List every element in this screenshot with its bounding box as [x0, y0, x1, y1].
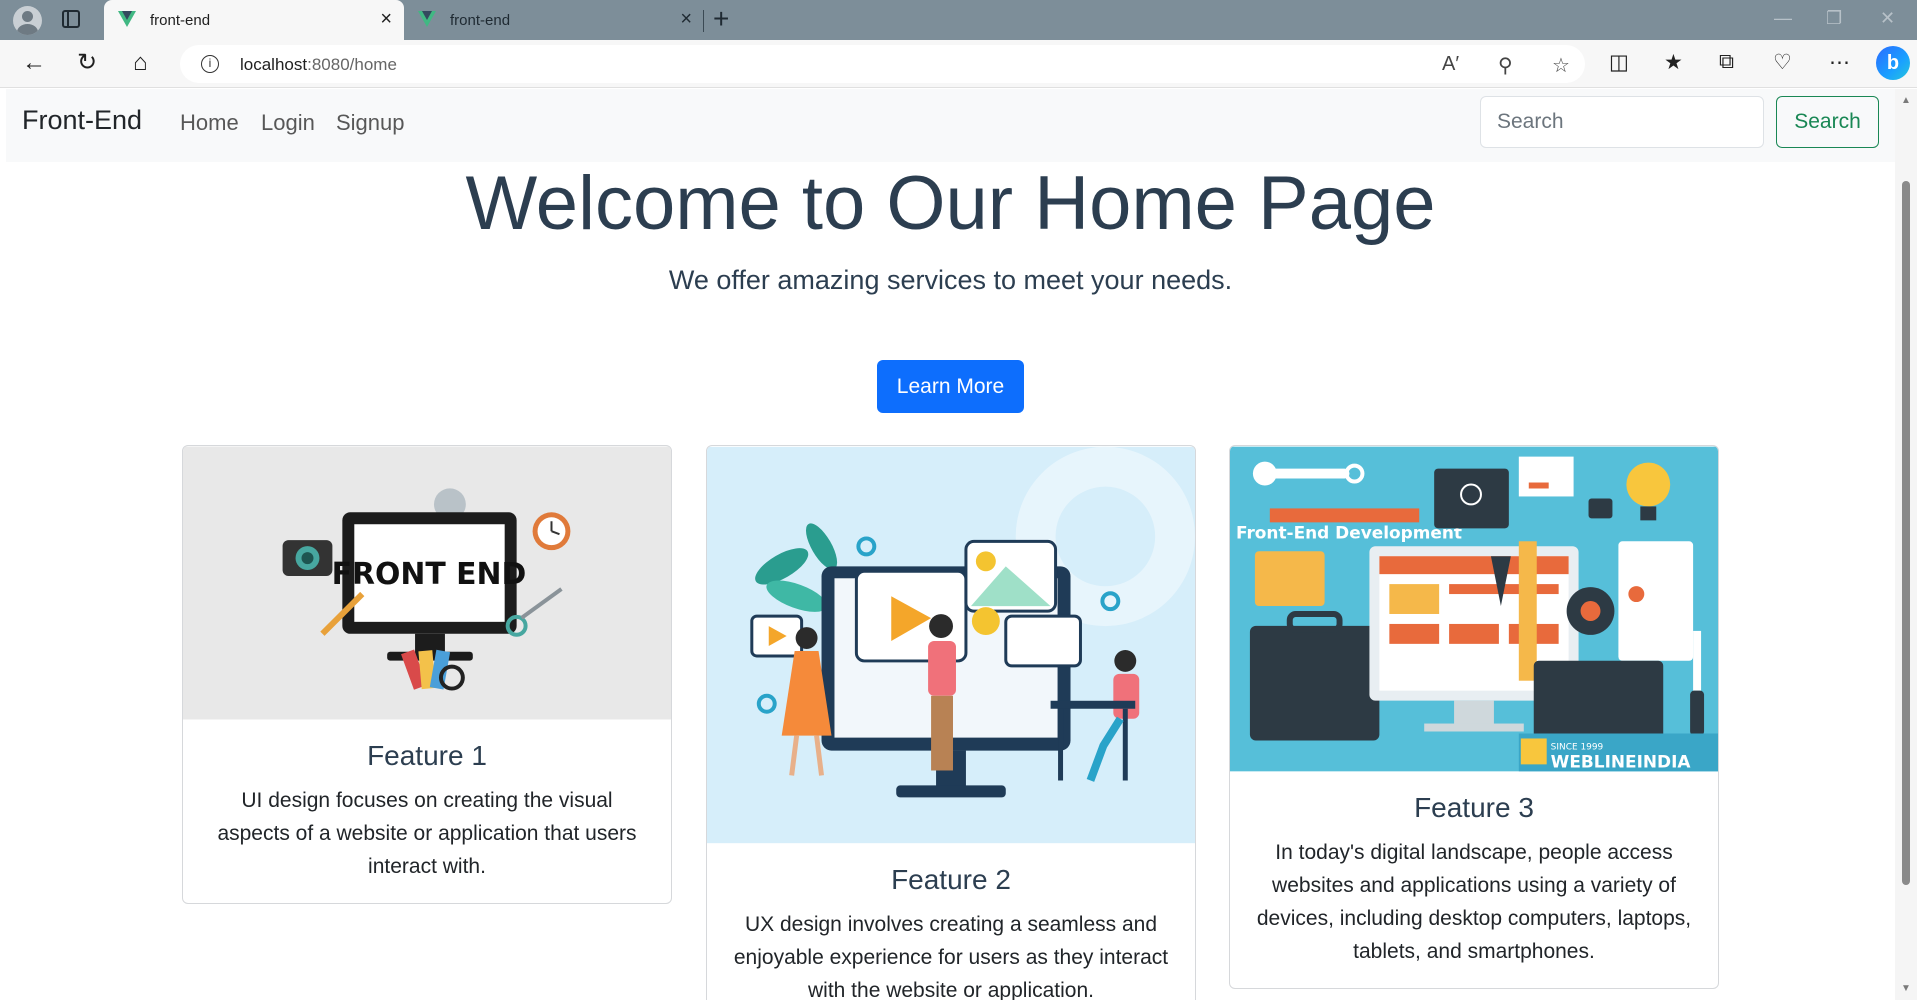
card-title: Feature 1 — [367, 740, 487, 771]
address-bar[interactable]: i localhost:8080/home A′ ⚲ ☆ — [180, 45, 1585, 83]
scroll-up-icon[interactable]: ▲ — [1901, 95, 1911, 106]
site-info-icon[interactable]: i — [201, 55, 219, 73]
feature-card-2: Feature 2 UX design involves creating a … — [706, 445, 1196, 1000]
card-title: Feature 3 — [1414, 792, 1534, 823]
hero-title: Welcome to Our Home Page — [465, 161, 1436, 246]
scrollbar-thumb[interactable] — [1902, 181, 1910, 885]
favorites-icon[interactable]: ★ — [1664, 50, 1683, 75]
site-navbar: Front-End Home Login Signup Search — [6, 89, 1895, 162]
restore-icon[interactable]: ❐ — [1826, 8, 1842, 29]
nav-link-signup[interactable]: Signup — [336, 110, 405, 136]
close-window-icon[interactable]: ✕ — [1880, 8, 1895, 29]
scroll-down-icon[interactable]: ▼ — [1901, 983, 1911, 994]
copilot-icon[interactable]: b — [1876, 46, 1910, 80]
card-title: Feature 2 — [891, 864, 1011, 895]
tab-title: front-end — [150, 12, 211, 29]
front-end-development-illustration: Front-End Development SINCE 1999 WEBLINE… — [1230, 446, 1718, 771]
learn-more-button[interactable]: Learn More — [877, 360, 1024, 413]
card-text: UX design involves creating a seamless a… — [733, 913, 1169, 1000]
new-tab-icon[interactable]: + — [713, 4, 729, 34]
illustration-caption: FRONT END — [332, 557, 527, 592]
card-text: UI design focuses on creating the visual… — [217, 789, 637, 878]
search-button[interactable]: Search — [1776, 96, 1879, 148]
address-url[interactable]: localhost:8080/home — [240, 55, 397, 75]
tab-title: front-end — [450, 12, 511, 29]
vue-logo-icon — [118, 11, 136, 27]
feature-card-1: FRONT END Feature 1 UI design focuses on — [182, 445, 672, 904]
browser-tab-strip: front-end × front-end × + — ❐ ✕ — [0, 0, 1917, 40]
split-screen-icon[interactable]: ◫ — [1609, 50, 1629, 75]
navbar-brand[interactable]: Front-End — [22, 105, 142, 136]
tab-actions-icon[interactable] — [62, 10, 80, 28]
minimize-icon[interactable]: — — [1774, 8, 1792, 29]
card-text: In today's digital landscape, people acc… — [1256, 841, 1692, 963]
front-end-illustration: FRONT END — [183, 446, 671, 720]
tab-close-icon[interactable]: × — [380, 8, 392, 30]
reload-icon[interactable]: ↻ — [77, 50, 97, 76]
tab-separator — [703, 10, 704, 32]
home-icon[interactable]: ⌂ — [133, 50, 148, 76]
back-icon[interactable]: ← — [22, 50, 46, 76]
hero-subtitle: We offer amazing services to meet your n… — [668, 265, 1233, 295]
nav-link-home[interactable]: Home — [180, 110, 239, 136]
search-input[interactable] — [1480, 96, 1764, 148]
illustration-caption: Front-End Development — [1236, 522, 1462, 542]
collections-icon[interactable]: ⧉ — [1719, 50, 1734, 74]
browser-toolbar: ← ↻ ⌂ i localhost:8080/home A′ ⚲ ☆ ◫ ★ ⧉… — [0, 40, 1917, 88]
vue-logo-icon — [418, 11, 436, 27]
logo-wordmark: WEBLINEINDIA — [1551, 751, 1692, 771]
read-aloud-icon[interactable]: A′ — [1442, 53, 1459, 76]
favorite-star-icon[interactable]: ☆ — [1552, 53, 1570, 78]
feature-card-3: Front-End Development SINCE 1999 WEBLINE… — [1229, 445, 1719, 989]
page-viewport: Front-End Home Login Signup Search Welco… — [6, 89, 1895, 1000]
page-scrollbar[interactable]: ▲ ▼ — [1895, 89, 1917, 1000]
profile-avatar-icon[interactable] — [13, 6, 42, 35]
ux-design-illustration — [707, 446, 1195, 844]
nav-link-login[interactable]: Login — [261, 110, 315, 136]
zoom-icon[interactable]: ⚲ — [1498, 53, 1513, 78]
browser-tab[interactable]: front-end × — [404, 0, 704, 40]
tab-close-icon[interactable]: × — [680, 8, 692, 30]
browser-essentials-icon[interactable]: ♡ — [1773, 50, 1792, 75]
browser-tab-active[interactable]: front-end × — [104, 0, 404, 40]
more-menu-icon[interactable]: ⋯ — [1829, 50, 1850, 75]
